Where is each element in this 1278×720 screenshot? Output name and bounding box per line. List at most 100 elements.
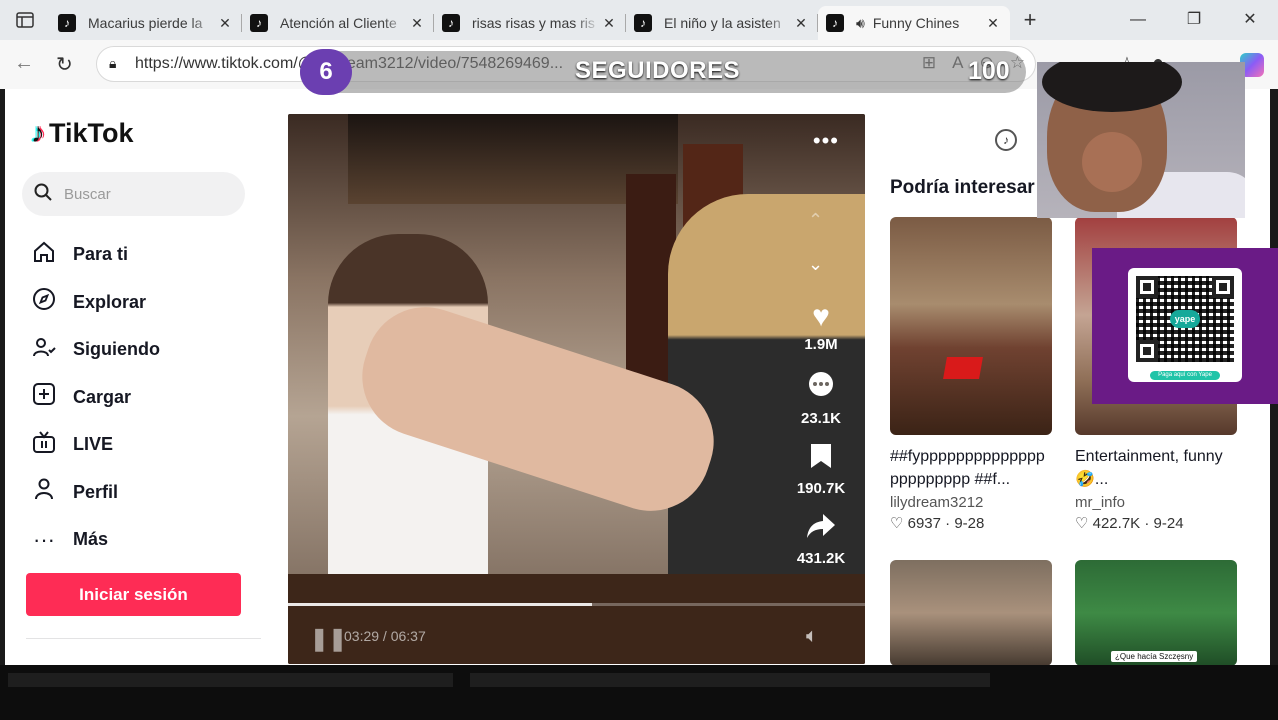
sidebar-item-label: Explorar (73, 291, 147, 312)
yape-logo: yape (1170, 310, 1200, 328)
save-count: 190.7K (796, 480, 846, 497)
dot-separator: · (945, 515, 951, 532)
video-thumbnail[interactable] (890, 217, 1052, 435)
video-thumbnail[interactable]: ¿Que hacía Szczęsny (1075, 560, 1237, 665)
qr-finder-mark (1136, 276, 1158, 298)
tiktok-favicon-icon: ♪ (634, 14, 652, 32)
browser-tab[interactable]: ♪ risas risas y mas ris ✕ (433, 6, 626, 40)
browser-tab-bar: ♪ Macarius pierde la ✕ ♪ Atención al Cli… (0, 0, 1278, 40)
minimize-icon[interactable]: — (1110, 0, 1166, 40)
save-button[interactable]: 190.7K (788, 442, 854, 497)
tiktok-logo[interactable]: ♪ TikTok (31, 117, 134, 149)
browser-tab[interactable]: ♪ El niño y la asisten ✕ (625, 6, 818, 40)
video-progress-bar[interactable] (288, 603, 865, 606)
card-date: 9-24 (1153, 515, 1184, 532)
video-progress-fill (288, 603, 593, 606)
search-box[interactable] (22, 172, 245, 216)
related-title: Podría interesar (890, 177, 1035, 198)
sidebar-item-label: Cargar (73, 386, 132, 407)
sidebar-item-perfil[interactable]: Perfil (31, 469, 160, 517)
sidebar-item-cargar[interactable]: Cargar (31, 374, 160, 422)
card-description[interactable]: Entertainment, funny 🤣... (1075, 445, 1237, 491)
card-date: 9-28 (954, 515, 985, 532)
close-tab-icon[interactable]: ✕ (216, 15, 234, 32)
close-tab-icon[interactable]: ✕ (984, 15, 1002, 32)
card-likes: 422.7K (1092, 515, 1141, 532)
heart-icon: ♥ (812, 300, 830, 333)
close-window-icon[interactable]: ✕ (1222, 0, 1278, 40)
card-author[interactable]: lilydream3212 (890, 494, 1052, 511)
video-thumbnail[interactable] (890, 560, 1052, 665)
like-button[interactable]: ♥ 1.9M (788, 300, 854, 353)
card-description[interactable]: ##fyppppppppppppppppppppppp ##f... (890, 445, 1052, 491)
tiktok-circle-icon[interactable]: ♪ (995, 129, 1017, 151)
sidebar-item-explorar[interactable]: Explorar (31, 279, 160, 327)
card-likes: 6937 (907, 515, 941, 532)
tab-title: Funny Chines (872, 15, 960, 31)
login-button[interactable]: Iniciar sesión (26, 573, 241, 616)
sidebar-item-para-ti[interactable]: Para ti (31, 231, 160, 279)
card-author[interactable]: mr_info (1075, 494, 1237, 511)
search-icon (34, 183, 52, 206)
next-video-icon[interactable]: ⌄ (808, 254, 823, 275)
restore-icon[interactable]: ❐ (1166, 0, 1222, 40)
sidebar-nav: Para ti Explorar Siguiendo Cargar LIVE P… (31, 231, 160, 564)
comment-icon (788, 370, 854, 408)
back-arrow-icon[interactable]: ← (14, 52, 34, 75)
profile-icon (31, 477, 57, 507)
speaker-icon[interactable]: 🔊︎ (856, 15, 865, 32)
related-video-card[interactable]: ¿Que hacía Szczęsny (1075, 560, 1237, 665)
following-icon (31, 335, 57, 365)
follower-goal-target: 100 (968, 57, 1010, 85)
share-arrow-icon (788, 512, 854, 548)
screen: ♪ Macarius pierde la ✕ ♪ Atención al Cli… (0, 0, 1278, 720)
sidebar-item-siguiendo[interactable]: Siguiendo (31, 326, 160, 374)
tiktok-favicon-icon: ♪ (826, 14, 844, 32)
video-frame-table (288, 574, 865, 664)
card-meta: ♡ 6937 · 9-28 (890, 514, 1052, 532)
video-player[interactable]: ••• ⌃ ⌄ ♥ 1.9M 23.1K 190.7K 431.2K ❚❚ 03… (288, 114, 865, 664)
qr-finder-mark (1212, 276, 1234, 298)
tab-title: Atención al Cliente (280, 15, 397, 31)
pause-icon[interactable]: ❚❚ (310, 626, 347, 652)
share-count: 431.2K (796, 550, 846, 567)
more-options-icon[interactable]: ••• (813, 128, 839, 154)
tab-title: Macarius pierde la (88, 15, 203, 31)
thumbnail-detail (943, 357, 983, 379)
close-tab-icon[interactable]: ✕ (408, 15, 426, 32)
related-video-card[interactable]: ##fyppppppppppppppppppppppp ##f... lilyd… (890, 217, 1052, 532)
tiktok-logo-icon: ♪ (31, 117, 45, 148)
webcam-overlay (1037, 62, 1245, 218)
browser-tab-active[interactable]: ♪ 🔊︎ Funny Chines ✕ (817, 6, 1010, 40)
qr-finder-mark (1136, 340, 1158, 362)
browser-tab[interactable]: ♪ Atención al Cliente ✕ (241, 6, 434, 40)
bookmark-icon (788, 442, 854, 478)
comment-button[interactable]: 23.1K (788, 370, 854, 427)
comment-count: 23.1K (800, 410, 842, 427)
sidebar-item-label: Más (73, 529, 109, 550)
search-input[interactable] (64, 185, 224, 203)
webcam-hand (1082, 132, 1142, 192)
sidebar-item-label: LIVE (73, 434, 114, 455)
volume-icon[interactable]: 🔈︎ (806, 625, 818, 648)
tiktok-favicon-icon: ♪ (58, 14, 76, 32)
share-button[interactable]: 431.2K (788, 512, 854, 567)
reload-icon[interactable]: ↻ (56, 52, 73, 77)
qr-code-icon: yape (1136, 276, 1234, 362)
close-tab-icon[interactable]: ✕ (600, 15, 618, 32)
browser-tab[interactable]: ♪ Macarius pierde la ✕ (50, 6, 242, 40)
upload-icon (31, 382, 57, 412)
new-tab-button[interactable]: + (1010, 7, 1050, 33)
previous-video-icon[interactable]: ⌃ (808, 210, 823, 231)
card-meta: ♡ 422.7K · 9-24 (1075, 514, 1237, 532)
heart-outline-icon: ♡ (1075, 515, 1089, 532)
tiktok-favicon-icon: ♪ (250, 14, 268, 32)
tab-title: El niño y la asisten (664, 15, 781, 31)
related-video-card[interactable] (890, 560, 1052, 665)
more-dots-icon: ··· (33, 526, 55, 552)
sidebar-item-mas[interactable]: ··· Más (31, 516, 160, 564)
sidebar-item-live[interactable]: LIVE (31, 421, 160, 469)
tab-actions-icon[interactable] (0, 0, 50, 40)
like-count: 1.9M (804, 336, 838, 353)
close-tab-icon[interactable]: ✕ (792, 15, 810, 32)
